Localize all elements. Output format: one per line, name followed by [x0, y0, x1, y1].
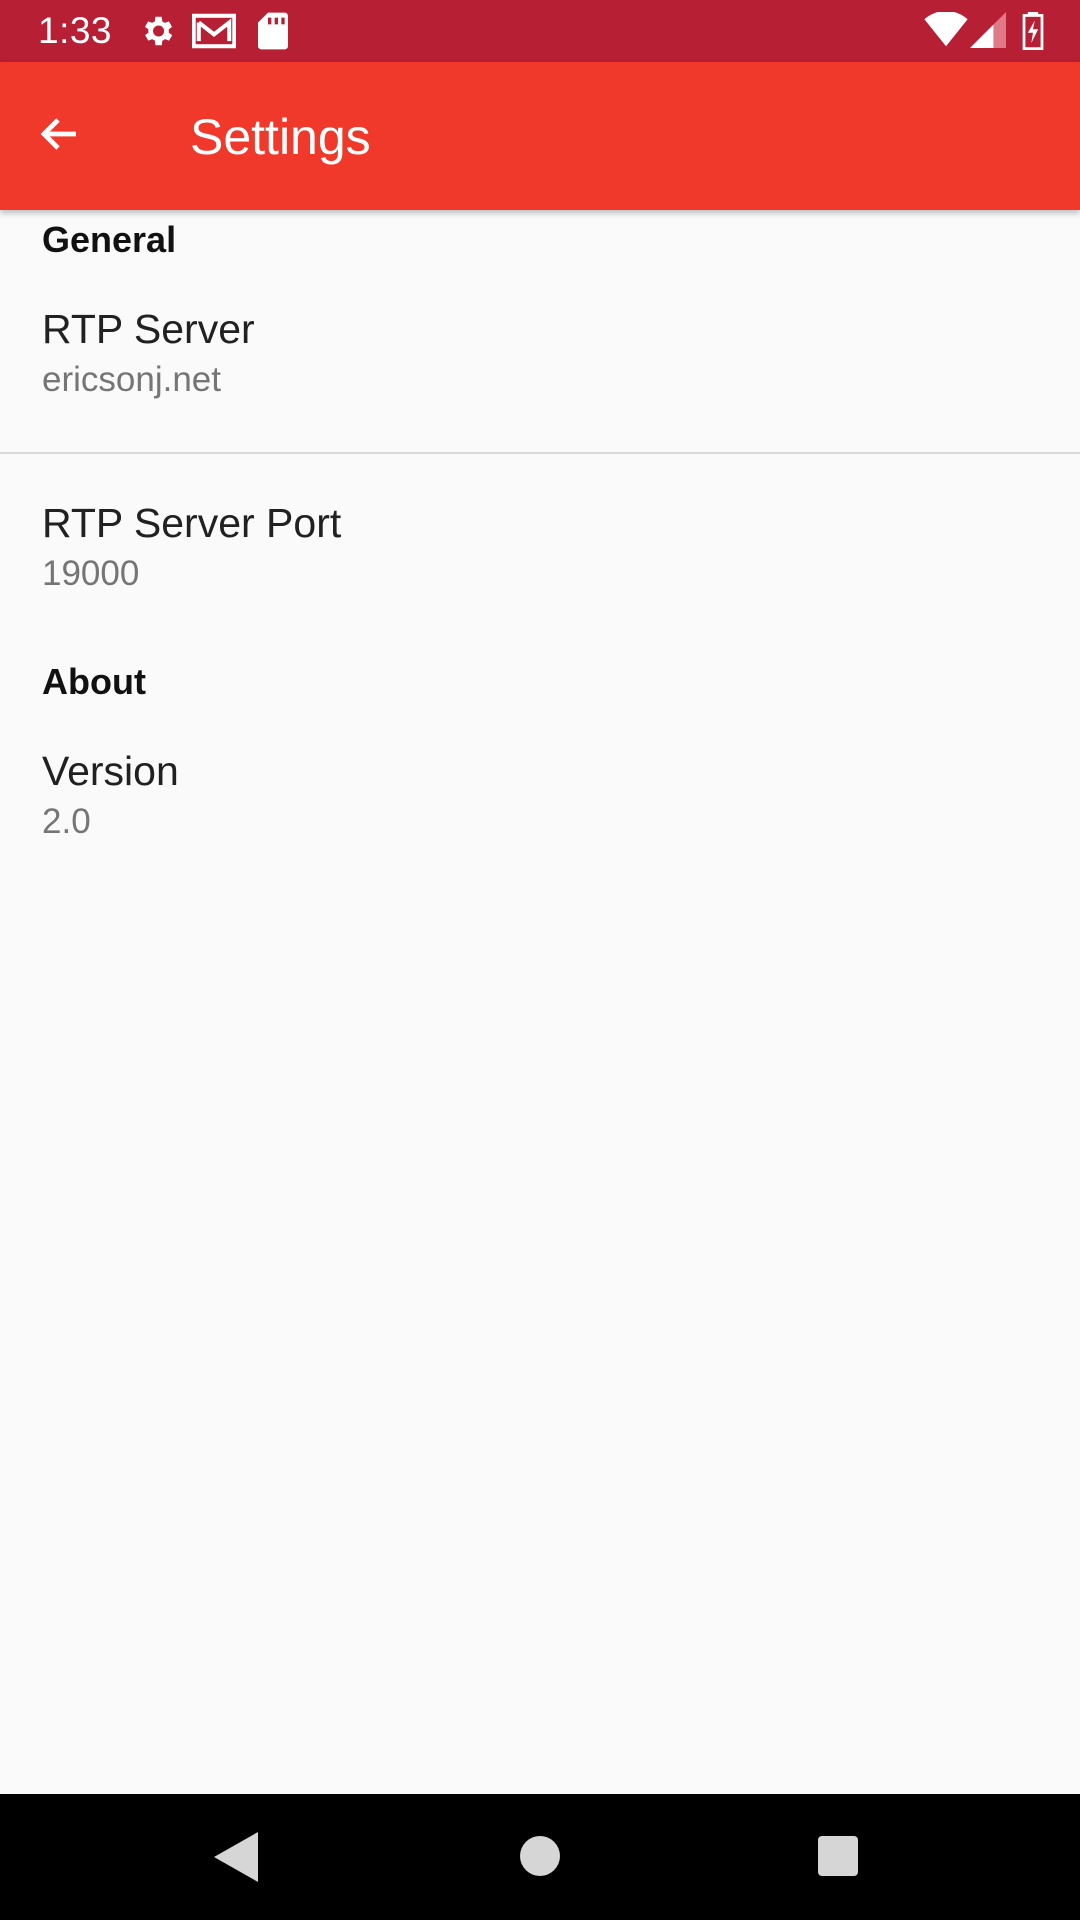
app-bar: Settings — [0, 62, 1080, 210]
settings-list: General RTP Server ericsonj.net RTP Serv… — [0, 210, 1080, 865]
pref-version[interactable]: Version 2.0 — [0, 745, 1080, 865]
pref-rtp-server-summary: ericsonj.net — [42, 360, 221, 399]
settings-icon — [138, 12, 176, 55]
wifi-icon — [924, 10, 968, 53]
status-bar: 1:33 — [0, 0, 1080, 62]
pref-rtp-server-title: RTP Server — [42, 306, 255, 352]
recents-square-icon[interactable] — [818, 1836, 858, 1881]
pref-rtp-server-port-title: RTP Server Port — [42, 500, 342, 546]
pref-rtp-server[interactable]: RTP Server ericsonj.net — [0, 303, 1080, 452]
status-time: 1:33 — [38, 10, 113, 51]
battery-charging-icon — [1022, 12, 1044, 55]
navigation-bar — [0, 1794, 1080, 1920]
gmail-icon — [191, 12, 237, 55]
page-title: Settings — [190, 109, 371, 165]
pref-rtp-server-port-summary: 19000 — [42, 554, 140, 593]
home-circle-icon[interactable] — [520, 1836, 560, 1881]
back-button[interactable] — [30, 106, 90, 166]
section-header-about: About — [42, 661, 146, 702]
back-triangle-icon[interactable] — [214, 1832, 258, 1887]
pref-version-summary: 2.0 — [42, 802, 91, 841]
signal-icon — [970, 12, 1006, 53]
pref-version-title: Version — [42, 748, 179, 794]
sd-card-icon — [258, 12, 288, 55]
pref-rtp-server-port[interactable]: RTP Server Port 19000 — [0, 454, 1080, 642]
section-header-general: General — [42, 219, 177, 260]
arrow-back-icon — [36, 110, 84, 163]
